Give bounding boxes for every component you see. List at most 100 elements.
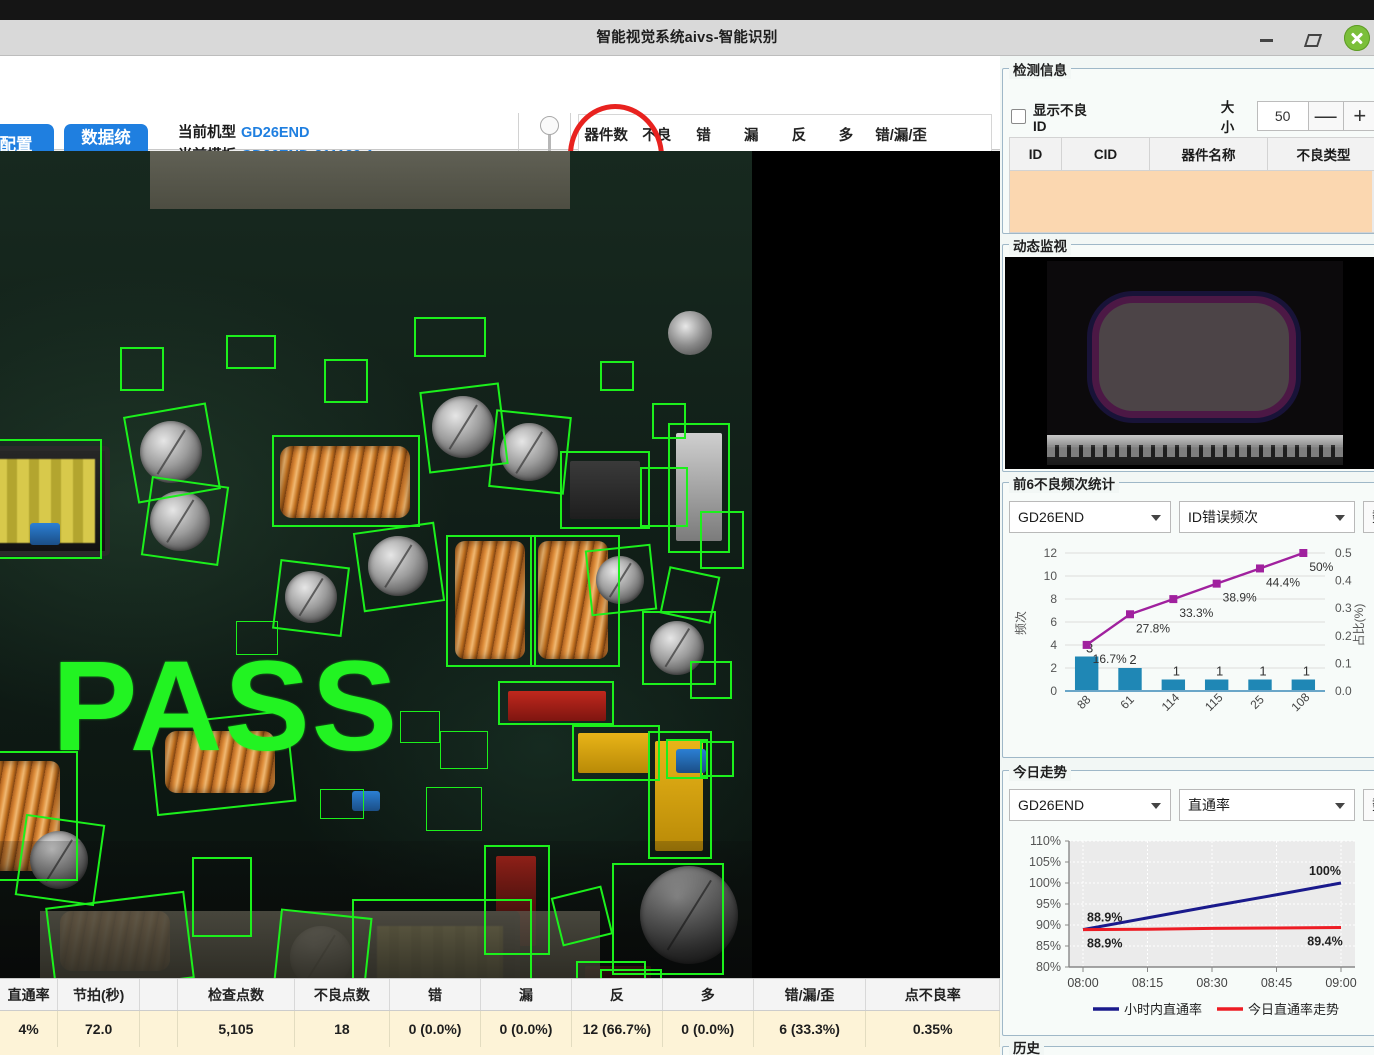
detection-box [236, 621, 278, 655]
detection-box [600, 969, 662, 978]
svg-text:8: 8 [1050, 592, 1057, 606]
chevron-down-icon [1151, 515, 1161, 521]
summary-value-reverse: 12 (66.7%) [572, 1011, 663, 1047]
dynamic-monitor-title: 动态监视 [1009, 235, 1071, 255]
top6-defect-frequency-panel: 前6不良频次统计 GD26END ID错误频次 数据 0246810120.00… [1002, 473, 1374, 758]
summary-value-cycletime: 72.0 [58, 1011, 141, 1047]
detection-box [147, 709, 297, 817]
detection-box [600, 361, 634, 391]
count-header-wrong: 错 [696, 127, 711, 144]
inspection-image-panel[interactable]: PASS [0, 151, 1000, 978]
current-model-value: GD26END [241, 125, 310, 141]
detection-box [324, 359, 368, 403]
detection-box [140, 475, 230, 567]
svg-text:90%: 90% [1036, 918, 1061, 932]
count-header-spacer [933, 115, 991, 153]
defect-col-type: 不良类型 [1268, 138, 1374, 170]
svg-text:1: 1 [1216, 664, 1223, 679]
trend-model-select[interactable]: GD26END [1009, 789, 1171, 821]
chevron-down-icon [1335, 515, 1345, 521]
show-bad-id-checkbox[interactable] [1011, 108, 1026, 124]
svg-text:1: 1 [1173, 664, 1180, 679]
pareto-data-button[interactable]: 数据 [1363, 501, 1374, 533]
detection-box [0, 439, 102, 559]
detection-box [640, 467, 688, 527]
summary-header-defectpoints: 不良点数 [295, 979, 391, 1010]
chevron-down-icon [1151, 803, 1161, 809]
pareto-model-select[interactable]: GD26END [1009, 501, 1171, 533]
detection-box [498, 681, 614, 725]
summary-value-row: 4% 72.0 5,105 18 0 (0.0%) 0 (0.0%) 12 (6… [0, 1011, 1000, 1047]
svg-text:85%: 85% [1036, 939, 1061, 953]
svg-text:08:45: 08:45 [1261, 976, 1292, 990]
detection-box [352, 521, 446, 613]
current-model-label: 当前机型 [178, 125, 236, 141]
minimize-icon[interactable] [1256, 27, 1278, 49]
detection-box [426, 787, 482, 831]
detection-box [440, 731, 488, 769]
svg-text:2: 2 [1129, 652, 1136, 667]
history-title: 历史 [1009, 1037, 1044, 1055]
pareto-metric-select[interactable]: ID错误频次 [1179, 501, 1355, 533]
monitor-conveyor [1047, 435, 1343, 465]
size-input[interactable] [1256, 101, 1309, 131]
summary-header-spacer [140, 979, 179, 1010]
svg-text:08:00: 08:00 [1067, 976, 1098, 990]
svg-text:110%: 110% [1030, 834, 1061, 848]
detection-box [690, 661, 732, 699]
svg-text:89.4%: 89.4% [1307, 935, 1342, 949]
chevron-down-icon [1335, 803, 1345, 809]
svg-text:100%: 100% [1029, 876, 1061, 890]
svg-text:0.0: 0.0 [1335, 684, 1352, 698]
count-header-defect: 不良 [642, 127, 672, 144]
summary-value-yield: 4% [0, 1011, 59, 1047]
svg-text:今日直通率走势: 今日直通率走势 [1248, 1002, 1339, 1017]
svg-text:88: 88 [1074, 692, 1094, 712]
window-controls [1256, 20, 1374, 56]
svg-text:100%: 100% [1309, 864, 1341, 878]
restore-icon[interactable] [1300, 27, 1322, 49]
svg-text:12: 12 [1044, 546, 1058, 560]
close-icon[interactable] [1344, 25, 1370, 51]
summary-value-pointrate: 0.35% [866, 1011, 1000, 1047]
svg-text:33.3%: 33.3% [1179, 606, 1213, 620]
svg-text:0.1: 0.1 [1335, 656, 1352, 670]
detection-box [584, 543, 658, 617]
size-decrease-button[interactable]: — [1308, 101, 1344, 131]
summary-value-extra: 0 (0.0%) [663, 1011, 754, 1047]
size-increase-button[interactable]: + [1343, 101, 1374, 131]
svg-text:4: 4 [1050, 638, 1057, 652]
svg-text:61: 61 [1117, 692, 1137, 712]
inspection-counts-header: 器件数 不良 错 漏 反 多 错/漏/歪 [579, 115, 991, 153]
detection-box [414, 317, 486, 357]
defect-col-cid: CID [1062, 138, 1150, 170]
svg-text:占比(%): 占比(%) [1351, 604, 1366, 647]
count-header-combo: 错/漏/歪 [875, 127, 927, 144]
svg-text:08:30: 08:30 [1196, 976, 1227, 990]
svg-text:小时内直通率: 小时内直通率 [1124, 1002, 1202, 1017]
detection-box [272, 435, 420, 527]
detection-info-title: 检测信息 [1009, 59, 1071, 79]
titlebar-top-strip [0, 0, 1374, 20]
detection-box [271, 558, 351, 638]
svg-text:0.3: 0.3 [1335, 601, 1352, 615]
monitor-video-feed[interactable] [1005, 257, 1374, 469]
svg-text:25: 25 [1247, 692, 1267, 712]
monitor-detected-object [1099, 303, 1289, 411]
defect-table-body[interactable] [1009, 171, 1374, 233]
trend-chart[interactable]: 80% 85% 90% 95% 100% 105% 110% 08:00 08:15 08:30 0… [1007, 827, 1374, 1032]
svg-text:2: 2 [1050, 661, 1057, 675]
top6-defect-title: 前6不良频次统计 [1009, 473, 1120, 493]
pcb-image [0, 151, 752, 978]
count-header-reverse: 反 [791, 127, 807, 144]
trend-metric-select[interactable]: 直通率 [1179, 789, 1355, 821]
detection-box [659, 566, 721, 624]
svg-text:0: 0 [1050, 684, 1057, 698]
svg-text:0.2: 0.2 [1335, 629, 1352, 643]
slider-handle[interactable] [540, 116, 559, 135]
detection-box [612, 863, 724, 975]
trend-data-button[interactable]: 数据 [1363, 789, 1374, 821]
pareto-chart[interactable]: 0246810120.00.10.20.30.40.5频次占比(%)388261… [1007, 539, 1374, 756]
summary-status-bar: 直通率 节拍(秒) 检查点数 不良点数 错 漏 反 多 错/漏/歪 点不良率 4… [0, 978, 1000, 1055]
summary-value-combo: 6 (33.3%) [754, 1011, 867, 1047]
